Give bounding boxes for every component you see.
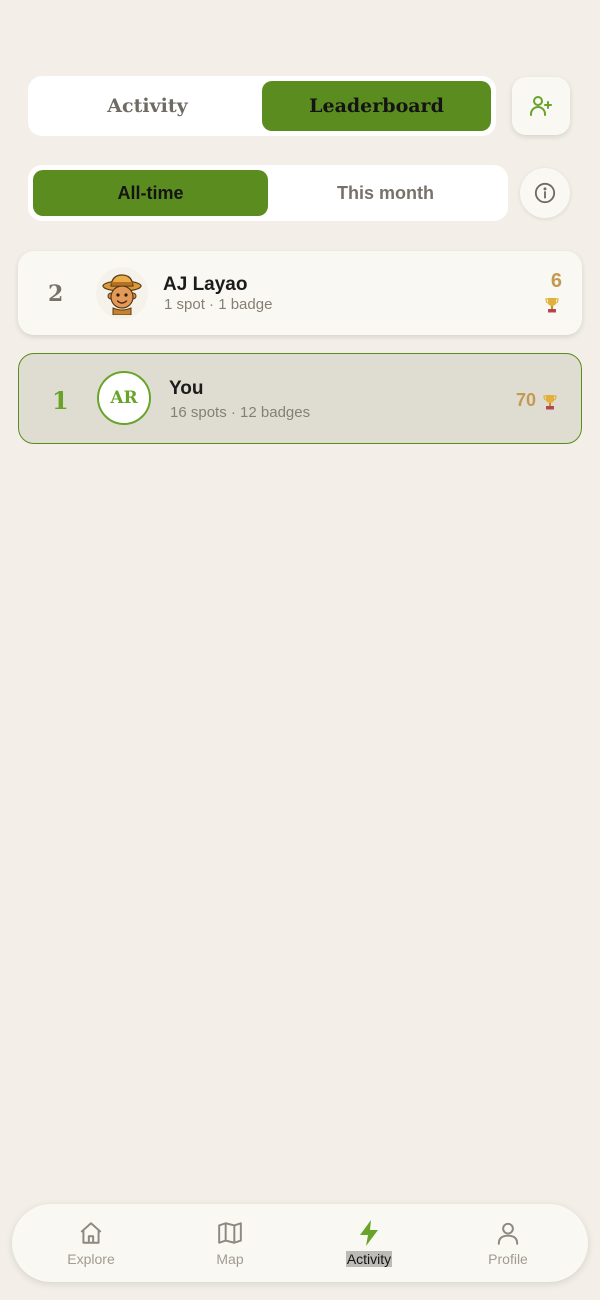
- player-name: You: [169, 378, 204, 399]
- tab-leaderboard[interactable]: Leaderboard: [262, 81, 491, 131]
- period-filter: All-time This month: [28, 165, 508, 221]
- nav-activity[interactable]: Activity: [319, 1204, 419, 1282]
- nav-label: Profile: [488, 1251, 528, 1267]
- leaderboard-row[interactable]: 2 AJ Layao 1 spot · 1 badge 6: [18, 251, 582, 335]
- rank-number: 1: [52, 386, 69, 415]
- nav-label: Activity: [345, 1251, 393, 1267]
- main-tab-switcher: Activity Leaderboard: [28, 76, 496, 136]
- avatar: AR: [97, 371, 151, 425]
- player-stats: 1 spot · 1 badge: [164, 296, 273, 313]
- nav-label: Explore: [67, 1251, 115, 1267]
- nav-profile[interactable]: Profile: [458, 1204, 558, 1282]
- avatar: [96, 267, 148, 319]
- leaderboard-row-current-user[interactable]: 1 AR You 16 spots · 12 badges 70: [18, 353, 582, 444]
- home-icon: [78, 1220, 104, 1246]
- rank-number: 2: [48, 281, 64, 307]
- info-button[interactable]: [520, 168, 570, 218]
- trophy-icon: [545, 297, 559, 318]
- nav-map[interactable]: Map: [180, 1204, 280, 1282]
- points-value: 70: [515, 390, 536, 410]
- points-value: 6: [550, 270, 562, 292]
- player-name: AJ Layao: [163, 274, 248, 295]
- user-icon: [495, 1220, 521, 1246]
- add-user-icon: [530, 96, 552, 116]
- add-friend-button[interactable]: [512, 77, 570, 135]
- filter-all-time[interactable]: All-time: [33, 170, 268, 216]
- tab-activity[interactable]: Activity: [33, 81, 262, 131]
- player-stats: 16 spots · 12 badges: [170, 404, 311, 421]
- bolt-icon: [358, 1220, 380, 1246]
- info-icon: [534, 182, 556, 204]
- map-icon: [217, 1220, 243, 1246]
- nav-explore[interactable]: Explore: [41, 1204, 141, 1282]
- nav-label: Map: [216, 1251, 244, 1267]
- filter-this-month[interactable]: This month: [268, 170, 503, 216]
- trophy-icon: [543, 394, 557, 415]
- bottom-nav: Explore Map Activity Profile: [12, 1204, 588, 1282]
